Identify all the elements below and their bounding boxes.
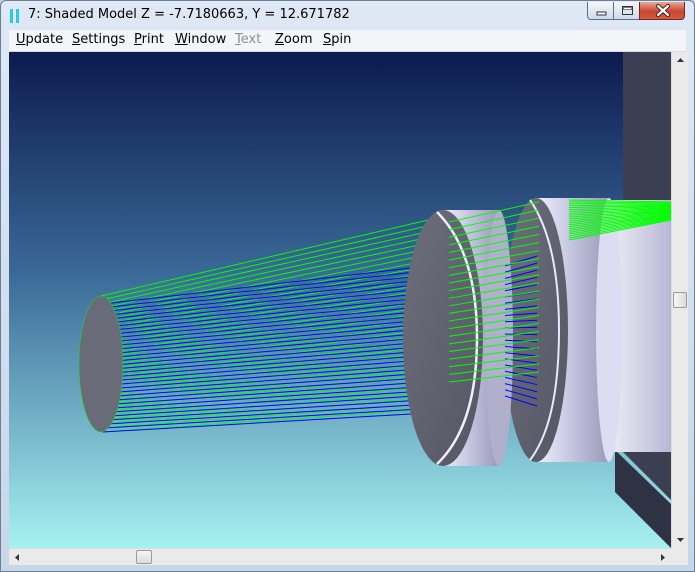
horizontal-scrollbar[interactable] <box>9 548 671 565</box>
vertical-scroll-thumb[interactable] <box>673 292 687 308</box>
maximize-button[interactable] <box>613 2 640 20</box>
app-icon <box>10 9 19 23</box>
scrollbar-corner <box>671 548 688 565</box>
close-button[interactable] <box>639 2 685 20</box>
menu-bar: Update Settings Print Window Text Zoom S… <box>9 30 686 52</box>
lens-element-1 <box>403 210 513 466</box>
scroll-down-icon[interactable] <box>672 531 689 548</box>
horizontal-scroll-thumb[interactable] <box>136 550 152 564</box>
menu-settings[interactable]: Settings <box>72 32 125 47</box>
title-bar[interactable]: 7: Shaded Model Z = -7.7180663, Y = 12.6… <box>1 1 694 30</box>
vertical-scrollbar[interactable] <box>671 52 688 548</box>
scroll-up-icon[interactable] <box>672 52 689 69</box>
minimize-button[interactable] <box>587 2 614 20</box>
menu-update[interactable]: Update <box>16 32 63 47</box>
menu-print[interactable]: Print <box>134 32 164 47</box>
scroll-right-icon[interactable] <box>654 549 671 566</box>
minimize-icon <box>596 11 607 16</box>
close-icon <box>656 4 670 17</box>
menu-spin[interactable]: Spin <box>323 32 351 47</box>
app-window: 7: Shaded Model Z = -7.7180663, Y = 12.6… <box>0 0 695 572</box>
scroll-left-icon[interactable] <box>9 549 26 566</box>
maximize-icon <box>622 6 633 15</box>
shaded-model-viewport[interactable] <box>9 52 671 548</box>
shaded-model-scene <box>9 52 671 548</box>
menu-window[interactable]: Window <box>175 32 226 47</box>
menu-zoom[interactable]: Zoom <box>275 32 312 47</box>
window-title: 7: Shaded Model Z = -7.7180663, Y = 12.6… <box>28 7 350 22</box>
menu-text: Text <box>235 32 262 47</box>
